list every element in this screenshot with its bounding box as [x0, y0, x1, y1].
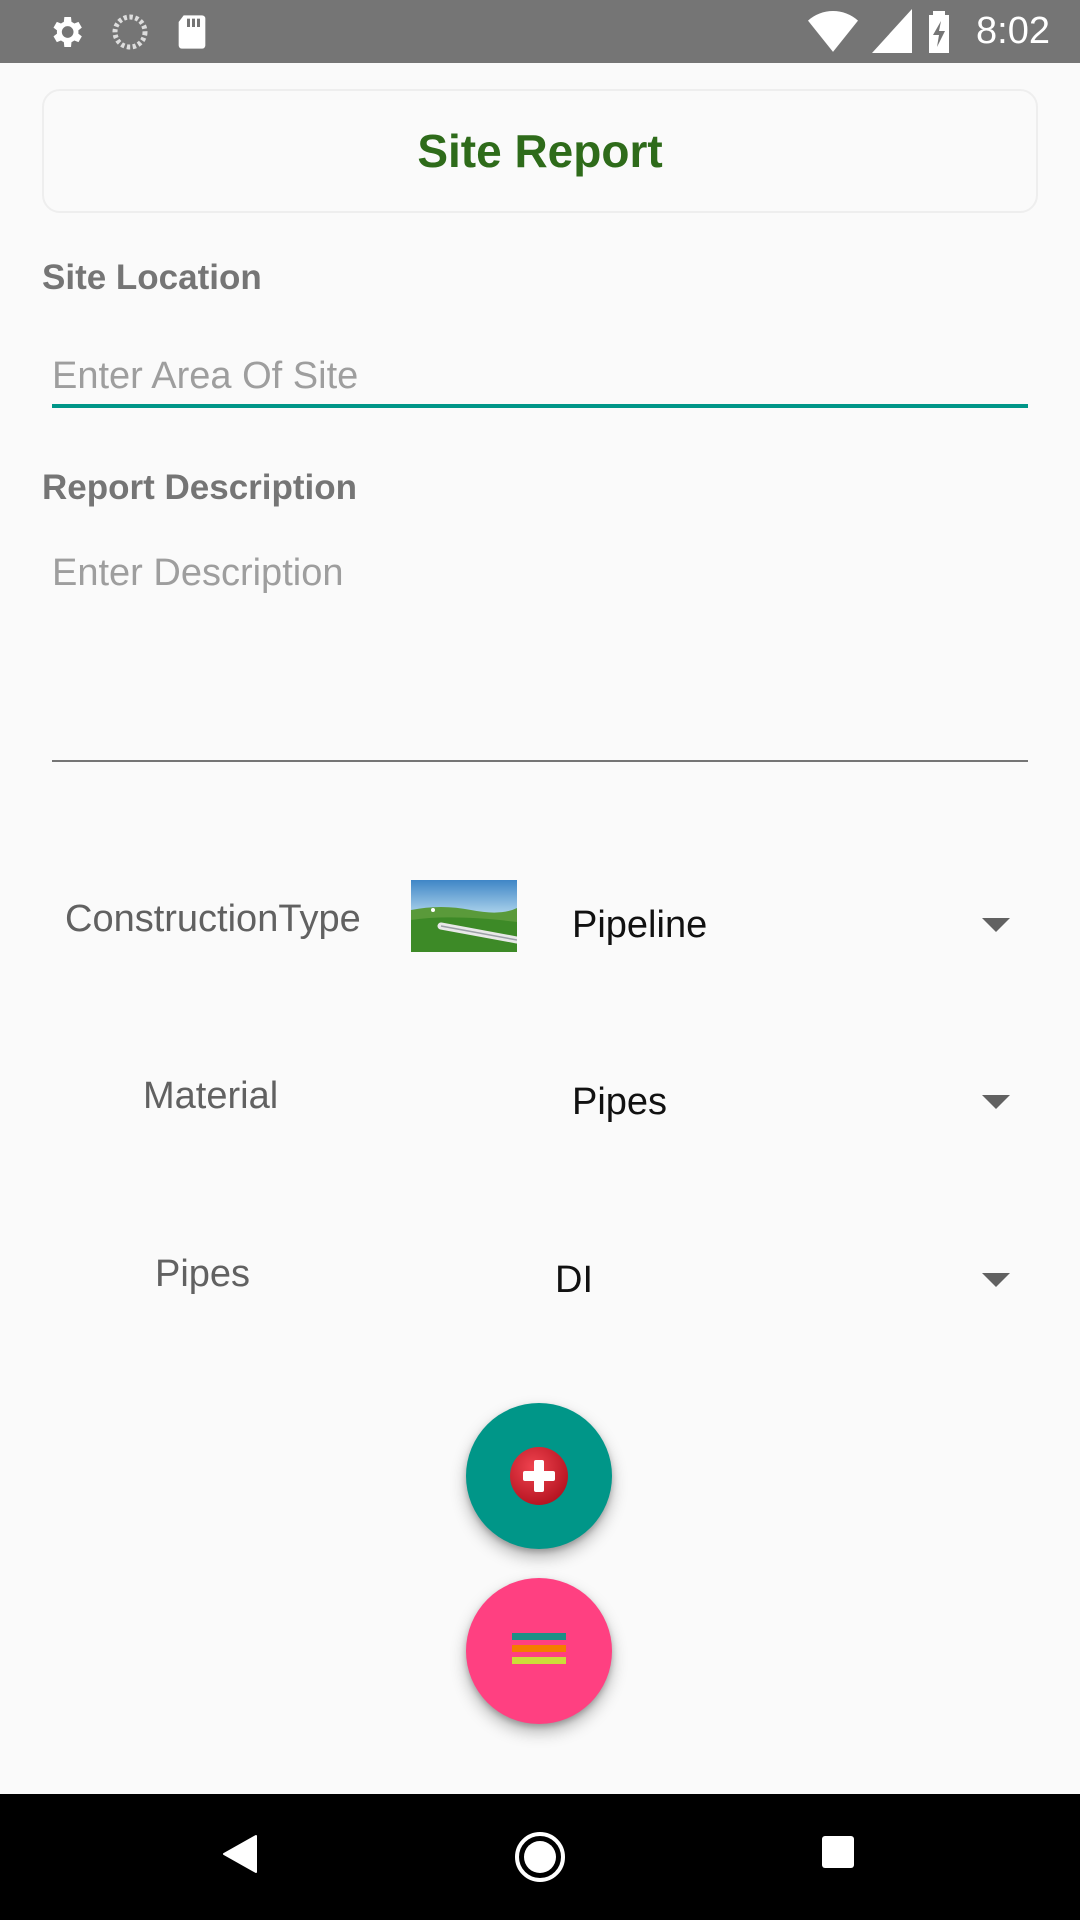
pipes-value: DI — [555, 1258, 593, 1301]
pipes-label: Pipes — [155, 1253, 251, 1295]
status-bar: 8:02 — [0, 0, 1080, 63]
report-description-input[interactable] — [52, 548, 1028, 762]
dropdown-arrow-icon — [982, 1095, 1010, 1109]
signal-icon — [872, 9, 913, 53]
dropdown-arrow-icon — [982, 918, 1010, 932]
pipeline-image — [411, 880, 517, 952]
page-title: Site Report — [417, 125, 663, 177]
material-dropdown[interactable]: Pipes — [572, 1062, 1020, 1142]
menu-button[interactable] — [466, 1578, 612, 1724]
back-icon[interactable] — [222, 1834, 258, 1874]
site-location-input[interactable] — [52, 348, 1028, 408]
add-report-button[interactable] — [466, 1403, 612, 1549]
site-location-label: Site Location — [42, 258, 262, 297]
recents-icon[interactable] — [821, 1835, 855, 1869]
pipeline-thumbnail — [411, 880, 517, 952]
header-card: Site Report — [42, 89, 1038, 213]
material-value: Pipes — [572, 1080, 668, 1123]
status-bar-right-icons: 8:02 — [808, 8, 1050, 54]
wifi-icon — [808, 11, 859, 52]
menu-lines-icon — [512, 1633, 566, 1664]
battery-charging-icon — [929, 11, 950, 53]
pipes-dropdown[interactable]: DI — [555, 1240, 1020, 1320]
status-time: 8:02 — [976, 9, 1050, 52]
gear-icon — [53, 17, 82, 47]
report-description-label: Report Description — [42, 468, 358, 507]
construction-type-dropdown[interactable]: Pipeline — [572, 885, 1020, 965]
medical-cross-icon — [510, 1447, 568, 1505]
navigation-bar — [0, 1794, 1080, 1920]
sd-card-icon — [178, 15, 206, 49]
dropdown-arrow-icon — [982, 1273, 1010, 1287]
material-label: Material — [143, 1075, 279, 1117]
construction-type-value: Pipeline — [572, 903, 708, 946]
sync-icon — [112, 14, 148, 50]
status-bar-left-icons — [46, 12, 210, 52]
home-icon[interactable] — [514, 1831, 566, 1883]
construction-type-label: ConstructionType — [65, 898, 361, 940]
